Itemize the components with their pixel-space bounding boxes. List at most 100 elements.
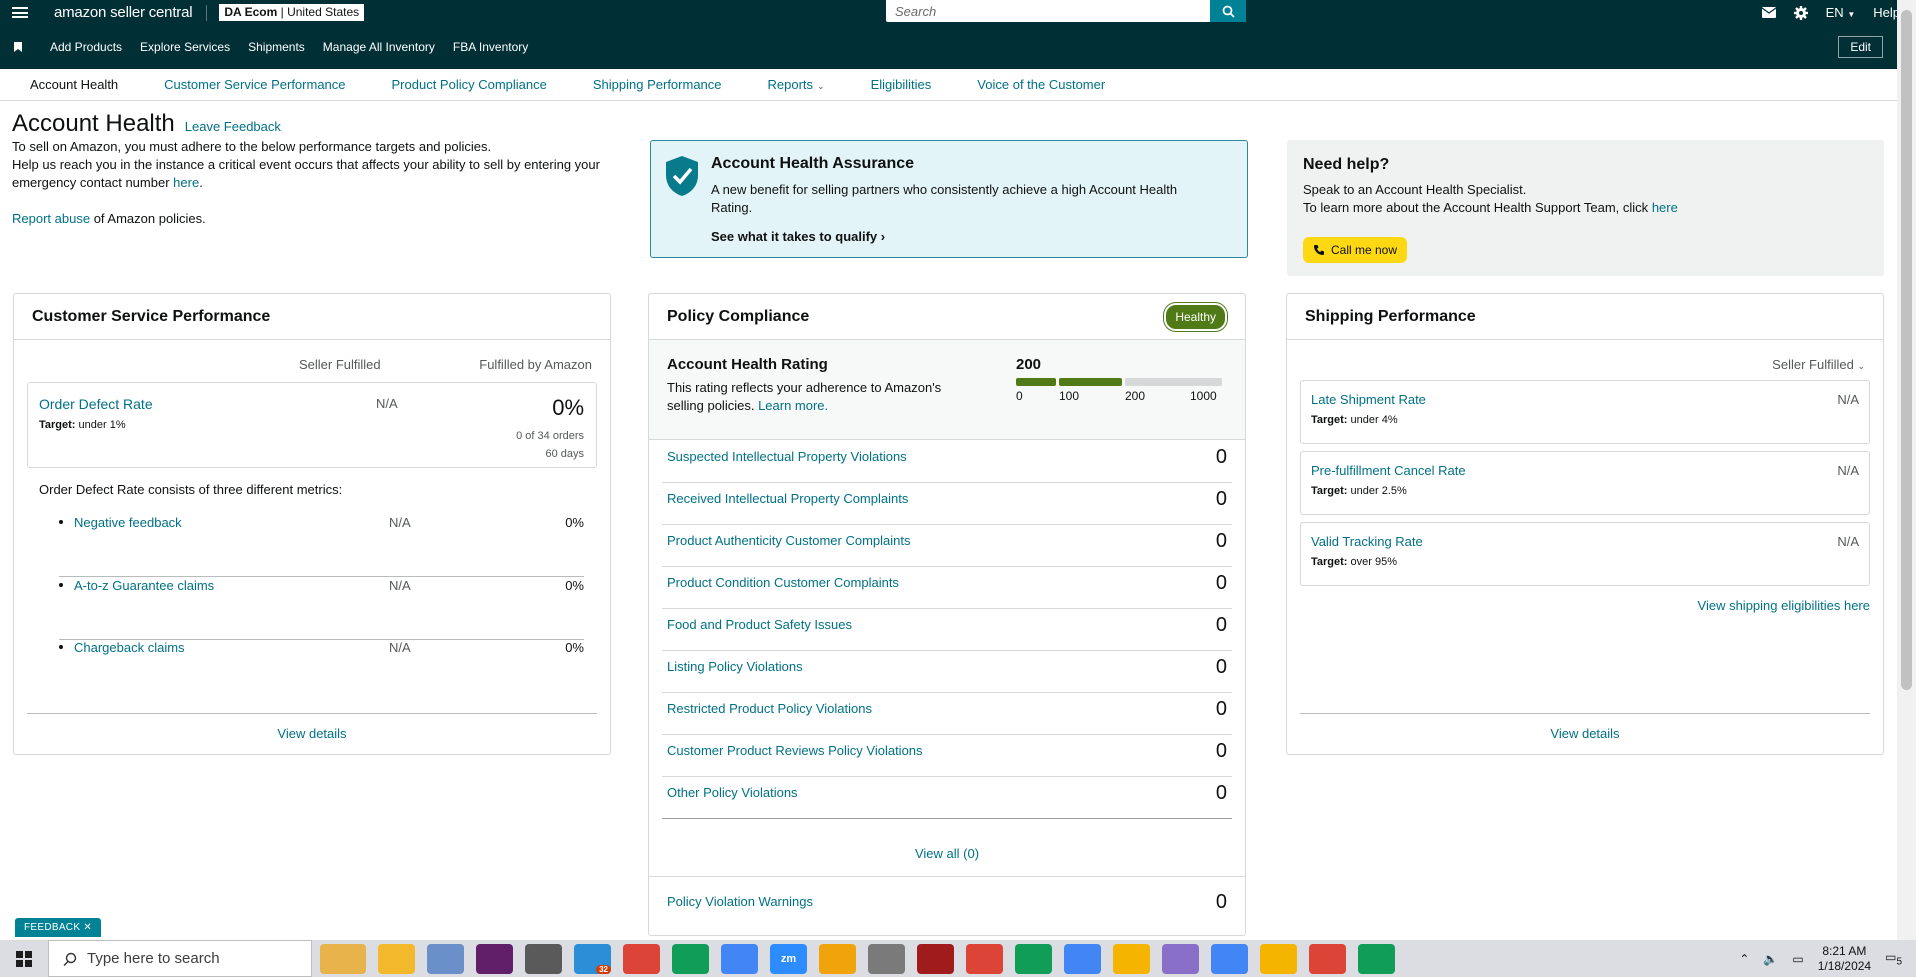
taskbar-search[interactable]: Type here to search bbox=[48, 940, 312, 977]
feedback-tab[interactable]: FEEDBACK ✕ bbox=[15, 918, 102, 937]
search-button[interactable] bbox=[1210, 0, 1246, 22]
app-icon[interactable] bbox=[427, 943, 464, 974]
tab-product-policy[interactable]: Product Policy Compliance bbox=[392, 77, 547, 92]
logo[interactable]: amazon seller central bbox=[54, 4, 193, 21]
chrome-icon[interactable] bbox=[672, 943, 709, 974]
language-selector[interactable]: EN ▼ bbox=[1826, 5, 1856, 20]
shipping-eligibilities-link[interactable]: View shipping eligibilities here bbox=[1698, 598, 1870, 613]
metric-fba: 0% bbox=[565, 515, 584, 530]
call-me-button[interactable]: Call me now bbox=[1303, 237, 1408, 263]
odr-link[interactable]: Order Defect Rate bbox=[39, 396, 153, 412]
emergency-contact-link[interactable]: here bbox=[173, 175, 199, 190]
zoom-icon[interactable]: zm bbox=[770, 943, 807, 974]
sp-view-details-link[interactable]: View details bbox=[1287, 726, 1883, 741]
metric-link[interactable]: A-to-z Guarantee claims bbox=[74, 578, 214, 593]
tab-shipping[interactable]: Shipping Performance bbox=[593, 77, 722, 92]
policy-count: 0 bbox=[1215, 446, 1227, 468]
chrome-icon[interactable] bbox=[1358, 943, 1395, 974]
chrome-icon[interactable] bbox=[623, 943, 660, 974]
file-explorer-icon[interactable] bbox=[378, 943, 415, 974]
dragon-widget-icon[interactable] bbox=[320, 943, 366, 974]
order-defect-rate-box: Order Defect Rate Target: under 1% N/A 0… bbox=[27, 382, 597, 468]
policy-link[interactable]: Suspected Intellectual Property Violatio… bbox=[667, 449, 907, 464]
metric-sf: N/A bbox=[389, 640, 411, 655]
network-icon[interactable]: ▭ bbox=[1792, 952, 1803, 966]
metric-target-value: under 2.5% bbox=[1350, 485, 1407, 497]
chrome-icon[interactable] bbox=[1162, 943, 1199, 974]
tab-eligibilities[interactable]: Eligibilities bbox=[871, 77, 932, 92]
policy-link[interactable]: Restricted Product Policy Violations bbox=[667, 701, 872, 716]
tab-voice-of-customer[interactable]: Voice of the Customer bbox=[977, 77, 1105, 92]
nav-add-products[interactable]: Add Products bbox=[50, 40, 122, 54]
fulfillment-filter[interactable]: Seller Fulfilled ⌄ bbox=[1772, 357, 1865, 372]
notification-count: 5 bbox=[1896, 956, 1902, 968]
metric-link[interactable]: Late Shipment Rate bbox=[1311, 392, 1426, 407]
nav-fba-inventory[interactable]: FBA Inventory bbox=[453, 40, 528, 54]
nav-explore-services[interactable]: Explore Services bbox=[140, 40, 230, 54]
gear-icon[interactable] bbox=[1793, 5, 1808, 20]
odr-target: Target: under 1% bbox=[39, 419, 126, 431]
help-link[interactable]: Help bbox=[1873, 5, 1900, 20]
card-title: Customer Service Performance bbox=[32, 307, 271, 325]
account-switcher[interactable]: DA Ecom | United States bbox=[219, 4, 365, 21]
volume-icon[interactable]: 🔈 bbox=[1763, 952, 1778, 966]
report-abuse-link[interactable]: Report abuse bbox=[12, 211, 90, 226]
slack-icon[interactable] bbox=[476, 943, 513, 974]
chrome-icon[interactable] bbox=[1260, 943, 1297, 974]
chrome-icon[interactable] bbox=[1113, 943, 1150, 974]
aha-qualify-link[interactable]: See what it takes to qualify › bbox=[711, 229, 885, 244]
help-here-link[interactable]: here bbox=[1652, 200, 1678, 215]
leave-feedback-link[interactable]: Leave Feedback bbox=[185, 119, 281, 134]
policy-link[interactable]: Product Condition Customer Complaints bbox=[667, 575, 899, 590]
close-icon[interactable]: ✕ bbox=[83, 922, 92, 933]
edit-button[interactable]: Edit bbox=[1838, 36, 1883, 58]
chrome-icon[interactable] bbox=[721, 943, 758, 974]
policy-link[interactable]: Other Policy Violations bbox=[667, 785, 798, 800]
chrome-icon[interactable] bbox=[1211, 943, 1248, 974]
warnings-link[interactable]: Policy Violation Warnings bbox=[667, 894, 813, 909]
odr-fba-value: 0% bbox=[552, 395, 584, 420]
tab-reports[interactable]: Reports ⌄ bbox=[768, 77, 825, 92]
policy-link[interactable]: Food and Product Safety Issues bbox=[667, 617, 852, 632]
mail-app-icon[interactable]: 32 bbox=[574, 943, 611, 974]
policy-row: Product Authenticity Customer Complaints… bbox=[662, 525, 1232, 567]
notification-icon[interactable]: ▭5 bbox=[1885, 950, 1902, 967]
feedback-label: FEEDBACK bbox=[24, 922, 81, 933]
chrome-icon[interactable] bbox=[1015, 943, 1052, 974]
csp-view-details-link[interactable]: View details bbox=[14, 726, 610, 741]
metric-link[interactable]: Negative feedback bbox=[74, 515, 182, 530]
chrome-icon[interactable] bbox=[1064, 943, 1101, 974]
chart-app-icon[interactable] bbox=[917, 943, 954, 974]
chart-app-icon[interactable] bbox=[868, 943, 905, 974]
view-all-link[interactable]: View all (0) bbox=[649, 846, 1245, 861]
nav-manage-inventory[interactable]: Manage All Inventory bbox=[323, 40, 435, 54]
chevron-up-icon[interactable]: ⌃ bbox=[1739, 952, 1749, 966]
windows-start-icon[interactable] bbox=[0, 950, 48, 967]
scrollbar[interactable] bbox=[1897, 0, 1916, 940]
notification-badge: 32 bbox=[596, 964, 611, 974]
policy-link[interactable]: Listing Policy Violations bbox=[667, 659, 803, 674]
chrome-icon[interactable] bbox=[1309, 943, 1346, 974]
menu-icon[interactable] bbox=[12, 7, 28, 18]
nav-shipments[interactable]: Shipments bbox=[248, 40, 305, 54]
odr-days: 60 days bbox=[545, 448, 584, 460]
scrollbar-thumb[interactable] bbox=[1901, 10, 1912, 690]
metric-link[interactable]: Pre-fulfillment Cancel Rate bbox=[1311, 463, 1466, 478]
policy-link[interactable]: Received Intellectual Property Complaint… bbox=[667, 491, 908, 506]
clock[interactable]: 8:21 AM 1/18/2024 bbox=[1818, 944, 1871, 974]
warnings-count: 0 bbox=[1215, 891, 1227, 913]
calculator-icon[interactable] bbox=[525, 943, 562, 974]
learn-more-link[interactable]: Learn more. bbox=[758, 398, 828, 413]
metric-link[interactable]: Valid Tracking Rate bbox=[1311, 534, 1423, 549]
bookmark-icon[interactable] bbox=[14, 42, 22, 52]
search-input[interactable]: Search bbox=[886, 0, 1211, 22]
policy-count: 0 bbox=[1215, 614, 1227, 636]
tab-customer-service[interactable]: Customer Service Performance bbox=[164, 77, 345, 92]
mail-icon[interactable] bbox=[1761, 7, 1776, 18]
metric-link[interactable]: Chargeback claims bbox=[74, 640, 185, 655]
policy-link[interactable]: Product Authenticity Customer Complaints bbox=[667, 533, 911, 548]
app-icon[interactable] bbox=[819, 943, 856, 974]
chrome-icon[interactable] bbox=[966, 943, 1003, 974]
tab-account-health[interactable]: Account Health bbox=[30, 77, 118, 92]
policy-link[interactable]: Customer Product Reviews Policy Violatio… bbox=[667, 743, 923, 758]
